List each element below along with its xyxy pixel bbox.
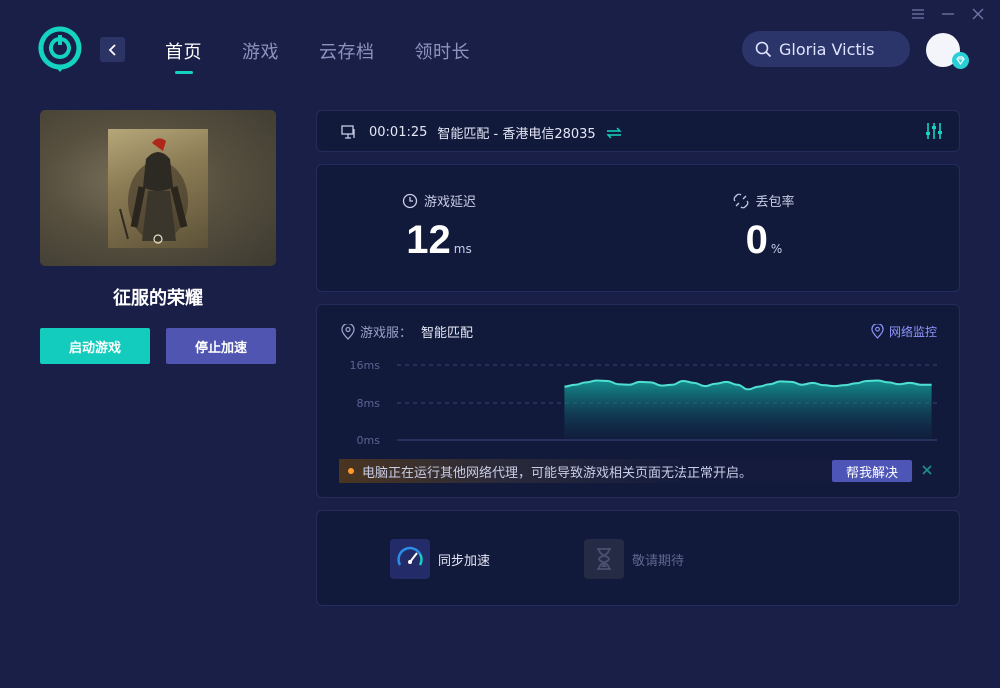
coming-soon-label: 敬请期待 bbox=[632, 553, 685, 569]
switch-icon[interactable] bbox=[606, 127, 622, 139]
metrics-panel: 游戏延迟 12 ms 丢包率 0 % bbox=[316, 164, 960, 292]
latency-label: 游戏延迟 bbox=[423, 195, 476, 210]
search-value: Gloria Victis bbox=[779, 39, 875, 59]
settings-sliders-icon[interactable] bbox=[925, 122, 943, 140]
start-game-button[interactable]: 启动游戏 bbox=[40, 328, 150, 364]
search-icon bbox=[755, 41, 772, 57]
help-me-fix-button[interactable]: 帮我解决 bbox=[832, 460, 912, 482]
server-mode: 智能匹配 - 香港电信28035 bbox=[437, 127, 596, 142]
features-panel: 同步加速 敬请期待 bbox=[316, 510, 960, 606]
game-cover-art bbox=[108, 129, 208, 248]
network-monitor-link[interactable]: 网络监控 bbox=[871, 323, 937, 340]
warning-dot bbox=[348, 468, 354, 474]
back-button[interactable] bbox=[100, 37, 125, 62]
clock-icon bbox=[402, 193, 418, 208]
menu-icon[interactable] bbox=[910, 6, 926, 22]
app-logo bbox=[38, 26, 82, 74]
location-pin-icon bbox=[871, 324, 884, 339]
latency-chart-panel: 游戏服： 智能匹配 网络监控 16ms 8ms 0ms 电脑正在运行其他网络代理… bbox=[316, 304, 960, 498]
sync-acceleration-feature[interactable]: 同步加速 bbox=[390, 539, 490, 579]
search-input[interactable]: Gloria Victis bbox=[742, 31, 910, 67]
latency-value: 12 bbox=[406, 218, 451, 262]
latency-chart: 16ms 8ms 0ms bbox=[350, 359, 937, 447]
latency-unit: ms bbox=[453, 242, 472, 256]
diamond-icon bbox=[952, 52, 969, 69]
latency-metric: 游戏延迟 12 ms bbox=[339, 191, 539, 263]
game-server-label: 游戏服： bbox=[360, 326, 413, 341]
sync-acceleration-label: 同步加速 bbox=[438, 553, 491, 569]
location-pin-icon bbox=[341, 323, 355, 340]
chevron-left-icon bbox=[108, 43, 116, 56]
packet-loss-label: 丢包率 bbox=[755, 195, 795, 210]
y-tick-0ms: 0ms bbox=[357, 434, 381, 447]
hourglass-icon bbox=[584, 539, 624, 579]
window-controls bbox=[910, 6, 986, 22]
nav-games[interactable]: 游戏 bbox=[242, 38, 279, 64]
elapsed-time: 00:01:25 bbox=[369, 125, 428, 140]
network-monitor-label: 网络监控 bbox=[888, 325, 937, 339]
minimize-icon[interactable] bbox=[940, 6, 956, 22]
main-nav: 首页 游戏 云存档 领时长 bbox=[165, 38, 470, 64]
close-icon[interactable] bbox=[970, 6, 986, 22]
speedometer-icon bbox=[390, 539, 430, 579]
game-title: 征服的荣耀 bbox=[113, 288, 203, 309]
proxy-warning: 电脑正在运行其他网络代理，可能导致游戏相关页面无法正常开启。 bbox=[339, 459, 913, 483]
y-tick-8ms: 8ms bbox=[357, 397, 381, 410]
game-server-row: 游戏服： 智能匹配 bbox=[341, 322, 473, 341]
pc-icon bbox=[341, 125, 355, 139]
warning-text: 电脑正在运行其他网络代理，可能导致游戏相关页面无法正常开启。 bbox=[362, 465, 753, 481]
coming-soon-feature: 敬请期待 bbox=[584, 539, 684, 579]
close-icon[interactable] bbox=[921, 464, 933, 476]
broken-link-icon bbox=[734, 193, 749, 208]
packet-loss-value: 0 bbox=[745, 218, 768, 262]
packet-loss-unit: % bbox=[770, 242, 783, 256]
nav-cloud-saves[interactable]: 云存档 bbox=[319, 38, 375, 64]
stop-acceleration-button[interactable]: 停止加速 bbox=[166, 328, 276, 364]
y-tick-16ms: 16ms bbox=[350, 359, 381, 372]
status-bar: 00:01:25 智能匹配 - 香港电信28035 bbox=[316, 110, 960, 152]
nav-claim-time[interactable]: 领时长 bbox=[415, 38, 471, 64]
nav-home[interactable]: 首页 bbox=[165, 38, 202, 64]
status-row: 00:01:25 智能匹配 - 香港电信28035 bbox=[341, 123, 622, 142]
packet-loss-metric: 丢包率 0 % bbox=[664, 191, 864, 263]
game-server-value[interactable]: 智能匹配 bbox=[421, 322, 473, 341]
game-cover bbox=[40, 110, 276, 266]
